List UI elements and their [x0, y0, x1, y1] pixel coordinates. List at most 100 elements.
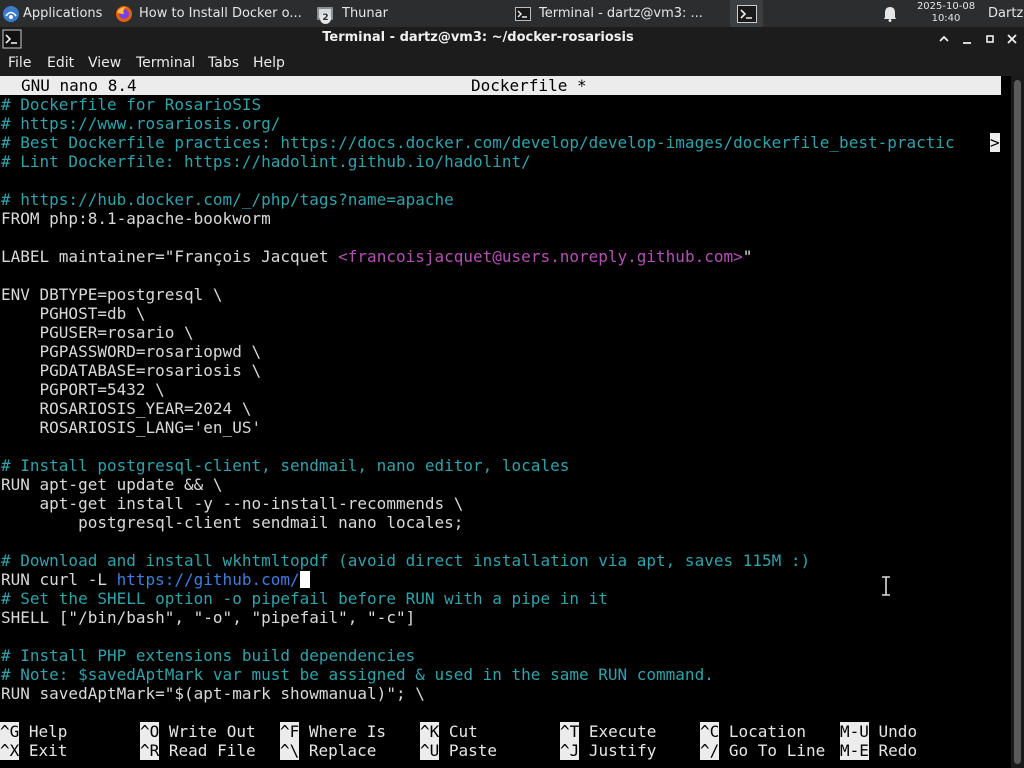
- code-text: PGPASSWORD=rosariopwd \: [1, 342, 262, 361]
- window-titlebar[interactable]: Terminal - dartz@vm3: ~/docker-rosariosi…: [0, 27, 1024, 51]
- chevron-up-icon: [939, 35, 949, 42]
- url-text: https://github.com/: [116, 570, 300, 589]
- clock-time: 10:40: [931, 13, 961, 24]
- terminal-viewport[interactable]: GNU nano 8.4 Dockerfile * # Dockerfile f…: [0, 76, 1011, 768]
- shortcut-label: Undo: [868, 722, 918, 741]
- comment-text: # Download and install wkhtmltopdf (avoi…: [1, 551, 811, 570]
- menu-view[interactable]: View: [88, 51, 121, 76]
- notifications-bell-icon[interactable]: [880, 0, 900, 27]
- shortcut-read-file[interactable]: ^R Read File: [140, 741, 256, 760]
- comment-text: # Dockerfile for RosarioSIS: [1, 95, 262, 114]
- shortcut-key: M-U: [840, 722, 869, 741]
- string-text: <francoisjacquet@users.noreply.github.co…: [338, 247, 743, 266]
- shortcut-key: ^R: [140, 741, 160, 760]
- code-text: ROSARIOSIS_YEAR=2024 \: [1, 399, 252, 418]
- shortcut-key: ^J: [560, 741, 580, 760]
- taskbar-item-label: Terminal - dartz@vm3: ...: [539, 6, 703, 21]
- code-text: RUN curl -L: [1, 570, 117, 589]
- shortcut-undo[interactable]: M-U Undo: [840, 722, 917, 741]
- code-text: PGPORT=5432 \: [1, 380, 165, 399]
- shortcut-write-out[interactable]: ^O Write Out: [140, 722, 256, 741]
- shortcut-help[interactable]: ^G Help: [0, 722, 67, 741]
- code-text: LABEL maintainer="François Jacquet: [1, 247, 339, 266]
- menu-tabs[interactable]: Tabs: [208, 51, 239, 76]
- shortcut-label: Replace: [299, 741, 377, 760]
- terminal-icon: [515, 6, 531, 22]
- code-line: PGPASSWORD=rosariopwd \: [1, 342, 262, 361]
- shortcut-replace[interactable]: ^\ Replace: [280, 741, 376, 760]
- code-line: # Download and install wkhtmltopdf (avoi…: [1, 551, 810, 570]
- shortcut-paste[interactable]: ^U Paste: [420, 741, 497, 760]
- shortcut-go-to-line[interactable]: ^/ Go To Line: [700, 741, 825, 760]
- code-line: PGUSER=rosario \: [1, 323, 194, 342]
- shortcut-label: Redo: [868, 741, 918, 760]
- shortcut-key: ^K: [420, 722, 440, 741]
- code-line: ROSARIOSIS_YEAR=2024 \: [1, 399, 252, 418]
- firefox-icon: [115, 5, 133, 23]
- shortcut-key: ^C: [700, 722, 720, 741]
- shortcut-where-is[interactable]: ^F Where Is: [280, 722, 386, 741]
- window-shade-button[interactable]: [934, 29, 954, 49]
- shortcut-label: Write Out: [159, 722, 256, 741]
- shortcut-cut[interactable]: ^K Cut: [420, 722, 478, 741]
- code-line: PGHOST=db \: [1, 304, 146, 323]
- code-line: RUN savedAptMark="$(apt-mark showmanual)…: [1, 684, 425, 703]
- maximize-button[interactable]: [980, 29, 1000, 49]
- code-text: RUN savedAptMark="$(apt-mark showmanual)…: [1, 684, 425, 703]
- shortcut-justify[interactable]: ^J Justify: [560, 741, 656, 760]
- code-line: # Set the SHELL option -o pipefail befor…: [1, 589, 608, 608]
- shortcut-location[interactable]: ^C Location: [700, 722, 806, 741]
- comment-text: # Set the SHELL option -o pipefail befor…: [1, 589, 608, 608]
- shortcut-label: Paste: [439, 741, 498, 760]
- menu-terminal[interactable]: Terminal: [136, 51, 195, 76]
- minimize-button[interactable]: [957, 29, 977, 49]
- nano-filename: Dockerfile *: [471, 76, 587, 95]
- menu-help[interactable]: Help: [253, 51, 285, 76]
- taskbar-item-thunar[interactable]: 2 Thunar: [312, 0, 508, 27]
- panel-clock[interactable]: 2025-10-08 10:40: [906, 1, 986, 25]
- shortcut-key: ^O: [140, 722, 160, 741]
- code-line: RUN apt-get update && \: [1, 475, 223, 494]
- shortcut-key: ^G: [0, 722, 20, 741]
- taskbar-item-firefox[interactable]: How to Install Docker o...: [112, 0, 308, 27]
- shortcut-label: Cut: [439, 722, 478, 741]
- code-line: # Install PHP extensions build dependenc…: [1, 646, 415, 665]
- code-line: # Install postgresql-client, sendmail, n…: [1, 456, 569, 475]
- code-text: apt-get install -y --no-install-recommen…: [1, 494, 464, 513]
- applications-menu[interactable]: Applications: [2, 0, 112, 27]
- code-line: PGDATABASE=rosariosis \: [1, 361, 262, 380]
- shortcut-label: Help: [19, 722, 68, 741]
- shortcut-key: ^F: [280, 722, 300, 741]
- comment-text: # Note: $savedAptMark var must be assign…: [1, 665, 714, 684]
- code-text: ": [742, 247, 753, 266]
- window-title: Terminal - dartz@vm3: ~/docker-rosariosi…: [322, 30, 634, 45]
- terminal-scrollbar[interactable]: [1011, 76, 1024, 768]
- code-text: postgresql-client sendmail nano locales;: [1, 513, 464, 532]
- code-line: SHELL ["/bin/bash", "-o", "pipefail", "-…: [1, 608, 415, 627]
- taskbar-item-label: How to Install Docker o...: [139, 6, 302, 21]
- menu-file[interactable]: File: [8, 51, 31, 76]
- shortcut-label: Execute: [579, 722, 657, 741]
- code-line: # https://hub.docker.com/_/php/tags?name…: [1, 190, 454, 209]
- shortcut-exit[interactable]: ^X Exit: [0, 741, 67, 760]
- taskbar-item-terminal-active[interactable]: [730, 0, 763, 27]
- close-button[interactable]: [1002, 29, 1022, 49]
- shortcut-redo[interactable]: M-E Redo: [840, 741, 917, 760]
- scrollbar-thumb[interactable]: [1014, 80, 1021, 764]
- menu-edit[interactable]: Edit: [47, 51, 74, 76]
- shortcut-label: Location: [719, 722, 806, 741]
- line-truncation-marker: >: [990, 133, 1000, 152]
- shortcut-execute[interactable]: ^T Execute: [560, 722, 656, 741]
- shortcut-key: M-E: [840, 741, 869, 760]
- comment-text: # Install postgresql-client, sendmail, n…: [1, 456, 570, 475]
- code-line: # Dockerfile for RosarioSIS: [1, 95, 261, 114]
- code-line: # https://www.rosariosis.org/: [1, 114, 280, 133]
- code-text: SHELL ["/bin/bash", "-o", "pipefail", "-…: [1, 608, 416, 627]
- shortcut-label: Justify: [579, 741, 657, 760]
- code-text: PGDATABASE=rosariosis \: [1, 361, 262, 380]
- taskbar-item-terminal[interactable]: Terminal - dartz@vm3: ...: [510, 0, 710, 27]
- shortcut-label: Where Is: [299, 722, 386, 741]
- shortcut-key: ^T: [560, 722, 580, 741]
- user-menu[interactable]: Dartz: [988, 0, 1024, 27]
- code-line: # Best Dockerfile practices: https://doc…: [1, 133, 955, 152]
